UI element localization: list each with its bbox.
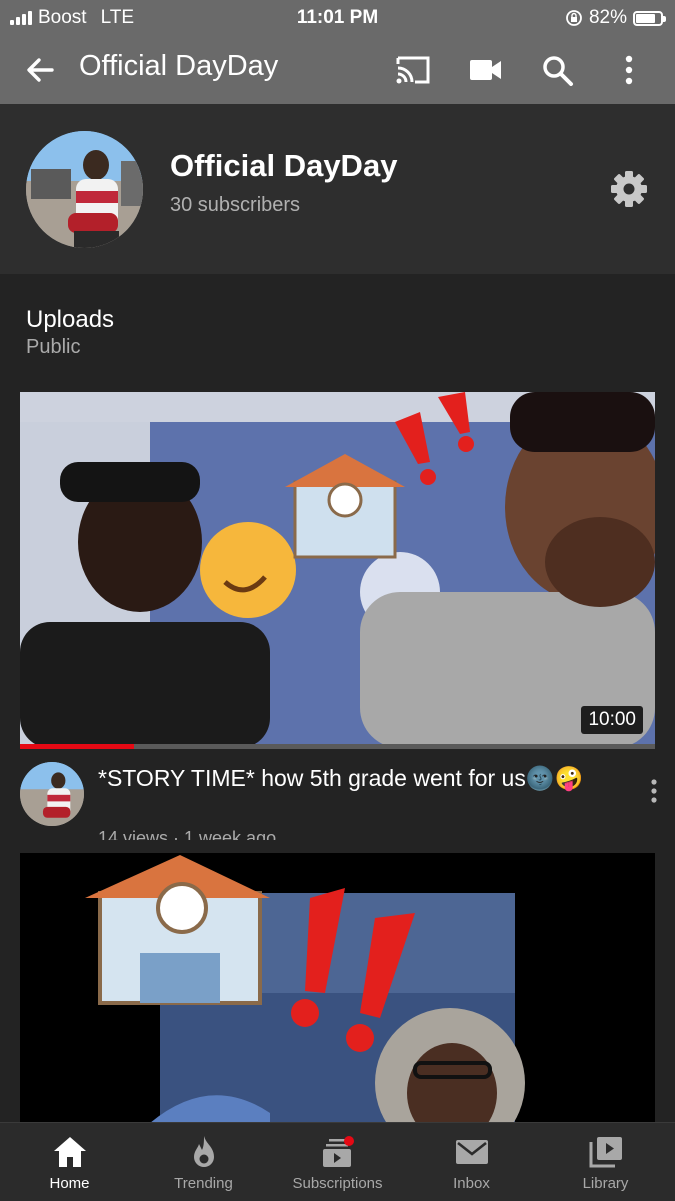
bottom-navigation: Home Trending Subscriptions Inbox Librar… [0,1122,675,1201]
uploads-heading[interactable]: Uploads [26,306,114,334]
subscriber-count: 30 subscribers [170,194,301,216]
video-more-icon[interactable] [644,778,664,804]
nav-label: Trending [174,1175,233,1192]
gear-icon[interactable] [610,170,648,208]
nav-label: Subscriptions [292,1175,383,1192]
nav-inbox[interactable]: Inbox [404,1123,539,1201]
inbox-icon [455,1140,488,1164]
nav-home[interactable]: Home [2,1123,137,1201]
video-thumbnail[interactable]: 10:00 [20,392,655,748]
thumbnail-image [20,853,655,1123]
home-icon [53,1137,86,1167]
channel-header: Official DayDay 30 subscribers [0,104,675,274]
nav-label: Home [49,1175,90,1192]
nav-label: Inbox [453,1175,490,1192]
status-right: 82% [565,7,666,29]
nav-library[interactable]: Library [538,1123,673,1201]
battery-percent: 82% [588,7,627,28]
nav-trending[interactable]: Trending [136,1123,271,1201]
uploads-visibility: Public [26,336,81,358]
battery-icon [633,10,666,26]
library-icon [589,1137,622,1168]
more-vert-icon[interactable] [611,54,647,86]
avatar-photo [20,762,84,826]
subscriptions-icon [322,1136,354,1167]
back-arrow-icon[interactable] [24,54,56,86]
nav-subscriptions[interactable]: Subscriptions [270,1123,405,1201]
thumbnail-image [20,392,655,748]
avatar-photo [26,131,143,248]
watch-progress-fill [20,744,135,749]
channel-avatar[interactable] [26,131,143,248]
video-meta: 14 views · 1 week ago [98,828,277,840]
video-channel-avatar[interactable] [20,762,84,826]
app-bar-title: Official DayDay [79,50,279,82]
video-thumbnail[interactable] [20,853,655,1123]
video-camera-icon[interactable] [468,54,504,86]
nav-label: Library [582,1175,629,1192]
channel-name: Official DayDay [170,148,398,183]
flame-icon [193,1136,214,1167]
app-bar: Official DayDay [0,36,675,104]
video-duration: 10:00 [581,706,643,734]
battery-level [636,13,656,23]
search-icon[interactable] [540,54,576,86]
status-bar: Boost LTE 11:01 PM 82% [0,0,675,36]
rotation-lock-icon [566,10,582,26]
video-title[interactable]: *STORY TIME* how 5th grade went for us🌚🤪 [98,763,613,793]
cast-icon[interactable] [395,54,431,86]
watch-progress-bar [20,744,655,749]
